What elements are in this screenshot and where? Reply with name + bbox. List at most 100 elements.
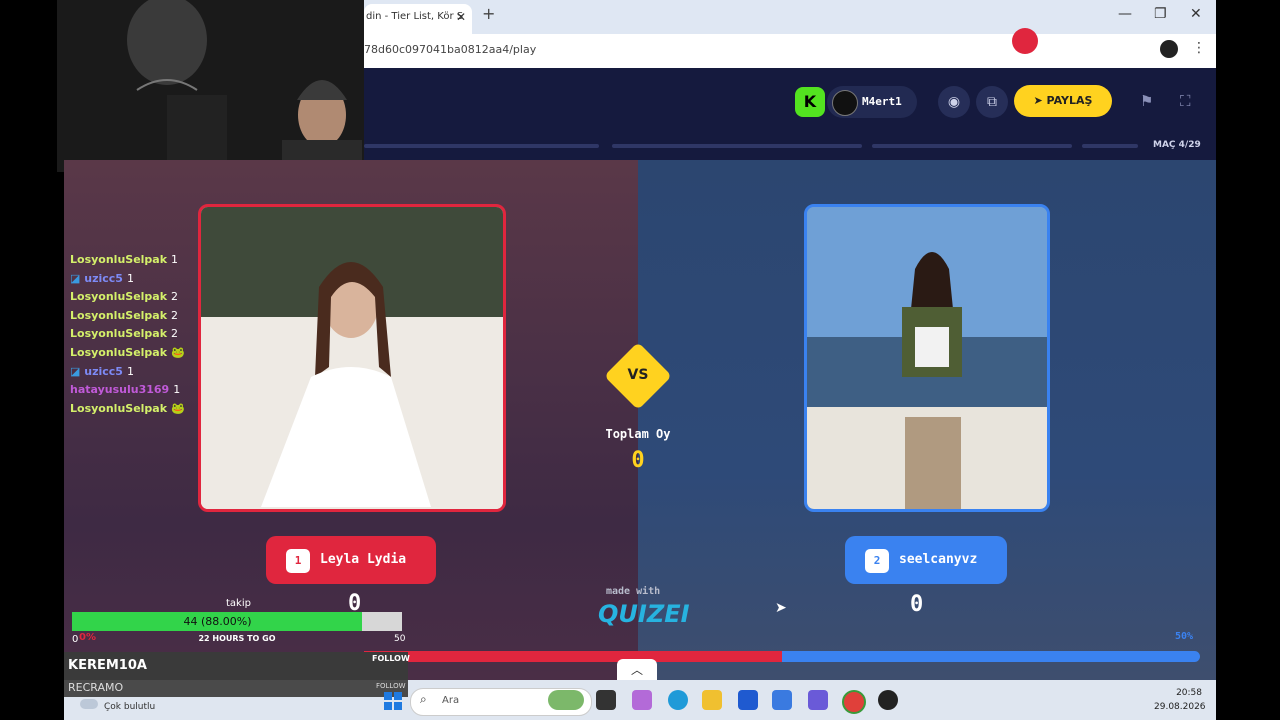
contestant-right-votes: 0	[910, 592, 924, 617]
follow-alert-name-2: RECRAMO	[68, 681, 124, 694]
chat-badge-icon: ◪	[70, 271, 85, 285]
windows-start-icon[interactable]	[384, 692, 402, 710]
extension-icon[interactable]	[1012, 28, 1038, 54]
close-window-button[interactable]: ✕	[1190, 6, 1202, 22]
right-vote-share-bar	[782, 651, 1200, 662]
chat-message: LosyonluSelpak 2	[70, 290, 178, 303]
chat-message: LosyonluSelpak 2	[70, 327, 178, 340]
total-votes-value: 0	[631, 448, 645, 473]
browser-tab[interactable]: din - Tier List, Kör S ✕	[364, 4, 472, 34]
store-icon[interactable]	[738, 690, 758, 710]
username: M4ert1	[862, 95, 902, 108]
chat-text: 1	[171, 253, 179, 266]
share-label: PAYLAŞ	[1046, 94, 1093, 107]
made-with-label: made with	[606, 586, 661, 597]
cloud-icon	[80, 699, 98, 709]
contestant-right-image	[807, 207, 1047, 509]
copilot-icon[interactable]	[632, 690, 652, 710]
chat-username[interactable]: LosyonluSelpak	[70, 402, 167, 415]
chat-message: hatayusulu3169 1	[70, 383, 180, 396]
chat-text: 1	[173, 383, 181, 397]
widgets-icon[interactable]	[548, 690, 584, 710]
taskbar-date[interactable]: 29.08.2026	[1154, 702, 1206, 712]
tab-title: din - Tier List, Kör S	[366, 11, 464, 22]
send-icon: ➤	[1033, 94, 1047, 107]
chat-text: 1	[126, 271, 134, 285]
chat-text: 🐸	[171, 401, 185, 415]
weather-text[interactable]: Çok bulutlu	[104, 702, 155, 712]
follow-goal-left-percent: 0%	[79, 632, 96, 643]
contestant-left-number: 1	[286, 549, 310, 573]
contestant-right-name: seelcanyvz	[899, 552, 978, 567]
tab-close-icon[interactable]: ✕	[456, 4, 466, 30]
follow-goal-max: 50	[394, 634, 406, 644]
match-progress-segment	[612, 144, 862, 148]
follow-alert-action-2: FOLLOW	[376, 682, 406, 690]
chat-username[interactable]: LosyonluSelpak	[70, 327, 167, 340]
chat-username[interactable]: hatayusulu3169	[70, 383, 169, 396]
quizei-logo[interactable]: QUIZEI	[598, 600, 690, 628]
flag-icon[interactable]: ⚑	[1140, 92, 1153, 110]
outlook-icon[interactable]	[772, 690, 792, 710]
taskbar-time[interactable]: 20:58	[1176, 688, 1202, 698]
kick-icon[interactable]: K	[795, 87, 825, 117]
search-icon: ⌕	[420, 692, 427, 706]
vote-right-button[interactable]: 2 seelcanyvz	[845, 536, 1007, 584]
vote-left-button[interactable]: 1 Leyla Lydia	[266, 536, 436, 584]
chat-message: ◪ uzicc5 1	[70, 365, 134, 378]
chat-text: 2	[171, 290, 179, 304]
chat-username[interactable]: LosyonluSelpak	[70, 309, 167, 322]
chat-badge-icon: ◪	[70, 364, 85, 378]
external-link-icon[interactable]: ⧉	[976, 86, 1008, 118]
total-votes-label: Toplam Oy	[605, 427, 671, 441]
follow-goal-progress-text: 44 (88.00%)	[183, 615, 252, 628]
file-explorer-icon[interactable]	[702, 690, 722, 710]
obs-icon[interactable]	[878, 690, 898, 710]
contestant-left-image	[201, 207, 503, 509]
chat-username[interactable]: LosyonluSelpak	[70, 290, 167, 303]
chat-username[interactable]: LosyonluSelpak	[70, 346, 167, 359]
match-counter: MAÇ 4/29	[1153, 140, 1201, 150]
right-vote-percent: 50%	[1175, 631, 1194, 642]
follow-alert-name: KEREM10A	[68, 658, 147, 673]
task-view-icon[interactable]	[596, 690, 616, 710]
chat-message: LosyonluSelpak 🐸	[70, 402, 185, 415]
vs-label: VS	[627, 367, 649, 383]
restore-button[interactable]: ❐	[1154, 6, 1167, 22]
mouse-cursor-icon: ➤	[775, 600, 787, 616]
chevron-up-icon: ︿	[630, 663, 643, 677]
follow-alert-action: FOLLOW	[372, 654, 410, 663]
share-button[interactable]: ➤ PAYLAŞ	[1014, 85, 1112, 117]
chrome-icon[interactable]	[842, 690, 866, 714]
edge-icon[interactable]	[668, 690, 688, 710]
browser-menu-icon[interactable]: ⋮	[1192, 40, 1206, 56]
chat-message: ◪ uzicc5 1	[70, 272, 134, 285]
url-text[interactable]: 78d60c097041ba0812aa4/play	[364, 43, 536, 56]
left-vote-share-bar	[364, 651, 782, 662]
chat-text: 🐸	[171, 346, 185, 359]
fullscreen-icon[interactable]: ⛶	[1180, 92, 1191, 110]
contestant-left-photo[interactable]	[198, 204, 506, 512]
chat-text: 2	[171, 327, 179, 341]
chat-username[interactable]: uzicc5	[84, 365, 123, 378]
follow-goal-label: takip	[226, 598, 251, 609]
chat-username[interactable]: LosyonluSelpak	[70, 253, 167, 266]
match-progress-segment	[1082, 144, 1138, 148]
teams-icon[interactable]	[808, 690, 828, 710]
follow-goal-time-left: 22 HOURS TO GO	[198, 634, 276, 643]
contestant-right-photo[interactable]	[804, 204, 1050, 512]
new-tab-button[interactable]: +	[482, 4, 495, 23]
minimize-button[interactable]: —	[1118, 6, 1132, 22]
chat-message: LosyonluSelpak 2	[70, 309, 178, 322]
follow-goal-min: 0	[72, 634, 79, 645]
chat-text: 1	[126, 364, 134, 378]
avatar	[832, 90, 858, 116]
match-progress-segment	[364, 144, 599, 148]
profile-icon[interactable]	[1160, 40, 1178, 58]
scroll-up-button[interactable]: ︿	[617, 659, 657, 681]
taskbar-search-placeholder[interactable]: Ara	[442, 695, 459, 706]
eye-icon[interactable]: ◉	[938, 86, 970, 118]
contestant-right-number: 2	[865, 549, 889, 573]
chat-message: LosyonluSelpak 1	[70, 253, 178, 266]
chat-username[interactable]: uzicc5	[84, 272, 123, 285]
